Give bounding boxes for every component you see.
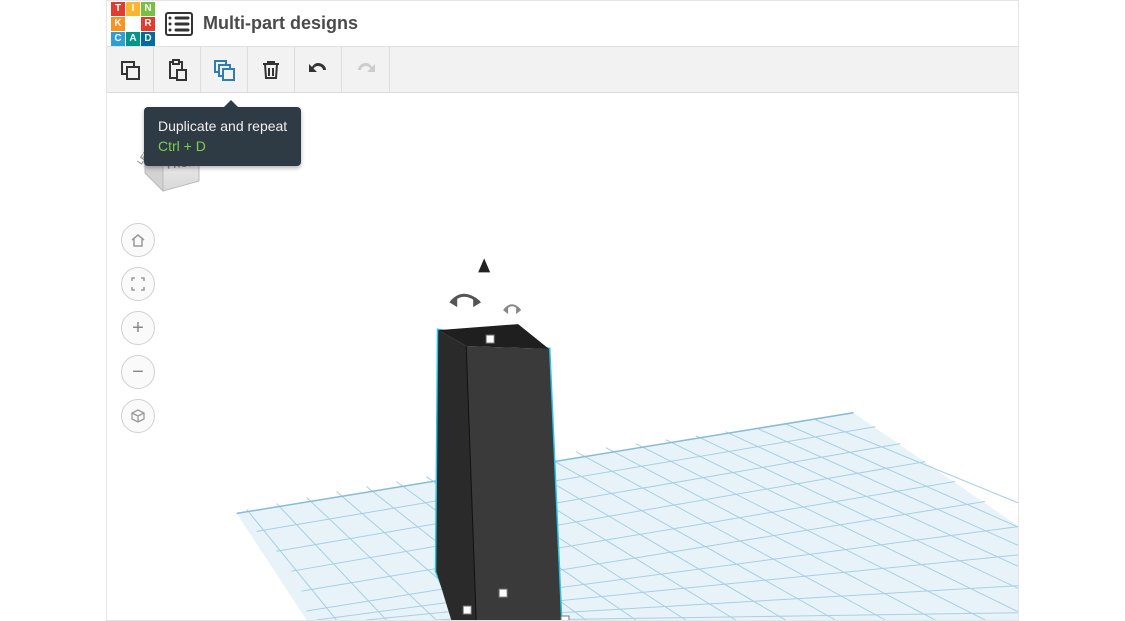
design-title[interactable]: Multi-part designs (203, 13, 358, 34)
handle-bottom-right[interactable] (561, 616, 569, 620)
tooltip-shortcut: Ctrl + D (158, 137, 287, 157)
redo-button[interactable] (342, 47, 389, 92)
copy-button[interactable] (107, 47, 154, 92)
handle-front-mid[interactable] (499, 589, 507, 597)
logo-letter-i: I (126, 2, 140, 16)
duplicate-button[interactable] (201, 47, 248, 92)
logo-letter-d: D (141, 32, 155, 46)
logo-letter-c: C (111, 32, 125, 46)
logo-letter-t: T (111, 2, 125, 16)
scene (107, 93, 1018, 620)
logo-letter-r: R (141, 17, 155, 31)
transform-gizmos (449, 258, 521, 314)
selected-shape[interactable] (436, 324, 569, 620)
logo-letter-e: E (126, 17, 140, 31)
logo-letter-n: N (141, 2, 155, 16)
delete-button[interactable] (248, 47, 295, 92)
editor-frame: T I N K E R C A D Multi-part designs (106, 0, 1019, 621)
paste-button[interactable] (154, 47, 201, 92)
logo-letter-k: K (111, 17, 125, 31)
workplane-fill (237, 413, 1018, 620)
logo-letter-a: A (126, 32, 140, 46)
tinkercad-logo[interactable]: T I N K E R C A D (111, 2, 155, 46)
handle-bottom-left[interactable] (463, 606, 471, 614)
duplicate-tooltip: Duplicate and repeat Ctrl + D (144, 107, 301, 166)
toolbar (107, 47, 1018, 93)
move-up-icon[interactable] (478, 258, 490, 272)
designs-list-icon[interactable] (165, 12, 193, 36)
tooltip-label: Duplicate and repeat (158, 117, 287, 137)
header-bar: T I N K E R C A D Multi-part designs (107, 1, 1018, 47)
handle-top[interactable] (486, 335, 494, 343)
undo-button[interactable] (295, 47, 342, 92)
workplane-canvas[interactable]: Duplicate and repeat Ctrl + D (107, 93, 1018, 620)
